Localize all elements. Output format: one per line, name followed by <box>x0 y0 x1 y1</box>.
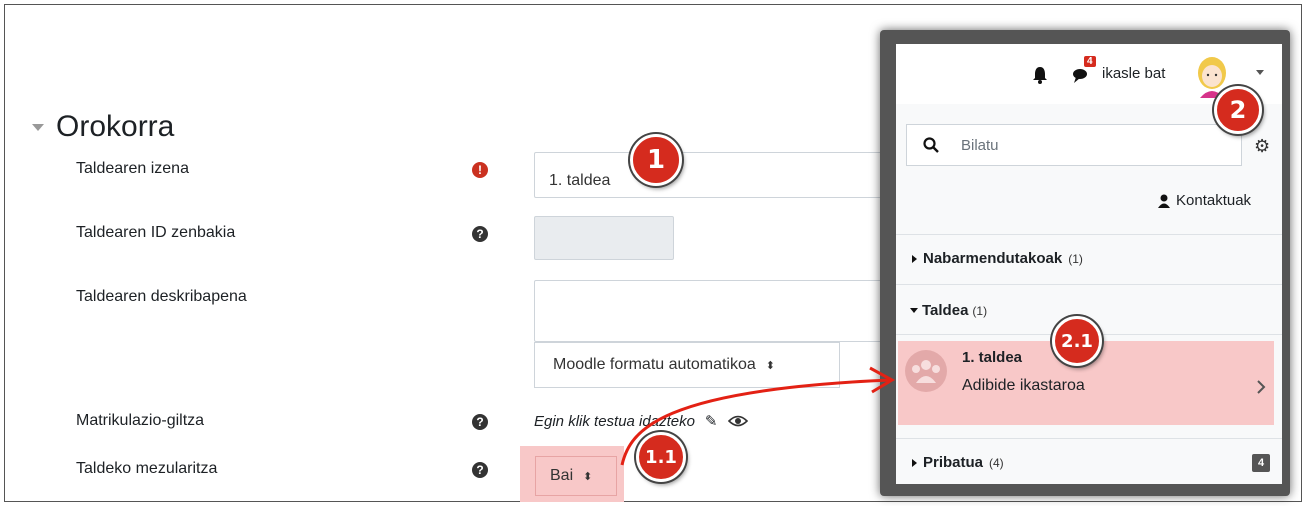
messages-icon[interactable] <box>1072 66 1092 84</box>
conversation-course: Adibide ikastaroa <box>962 377 1085 394</box>
section-header-orokorra[interactable]: Orokorra <box>32 110 174 144</box>
enrolment-key-label: Matrikulazio-giltza <box>76 412 205 429</box>
group-messaging-label: Taldeko mezularitza <box>76 460 218 477</box>
group-id-input[interactable] <box>534 216 674 260</box>
callout-1: 1 <box>630 134 682 186</box>
group-messaging-value: Bai <box>550 467 574 484</box>
description-editor[interactable] <box>534 280 884 342</box>
group-id-label: Taldearen ID zenbakia <box>76 224 236 241</box>
search-box[interactable]: Bilatu <box>906 124 1242 166</box>
user-icon <box>1158 194 1170 208</box>
gear-icon[interactable]: ⚙ <box>1254 136 1270 157</box>
divider <box>896 438 1282 439</box>
caret-right-icon <box>912 254 917 263</box>
group-description-label: Taldearen deskribapena <box>76 288 247 305</box>
help-icon[interactable]: ? <box>472 226 488 242</box>
caret-down-icon <box>910 308 918 313</box>
divider <box>896 284 1282 285</box>
section-private[interactable]: Pribatua (4) <box>912 454 1004 471</box>
help-icon[interactable]: ? <box>472 462 488 478</box>
private-count-badge: 4 <box>1252 454 1270 472</box>
annotation-arrow <box>620 366 896 466</box>
required-icon[interactable]: ! <box>472 162 488 178</box>
section-starred-title: Nabarmendutakoak <box>923 250 1063 267</box>
group-name-label: Taldearen izena <box>76 160 189 177</box>
section-private-count: (4) <box>989 455 1004 470</box>
search-input[interactable]: Bilatu <box>961 137 999 154</box>
section-starred[interactable]: Nabarmendutakoak (1) <box>912 250 1083 267</box>
section-title: Orokorra <box>56 110 175 143</box>
group-avatar-icon <box>905 350 947 392</box>
section-group-title: Taldea <box>922 302 969 319</box>
help-icon[interactable]: ? <box>472 414 488 430</box>
conversation-name: 1. taldea <box>962 349 1023 366</box>
section-group[interactable]: Taldea (1) <box>910 302 987 319</box>
divider <box>896 234 1282 235</box>
user-menu-caret-icon[interactable] <box>1256 70 1264 75</box>
chevron-right-icon <box>1257 380 1266 394</box>
section-group-count: (1) <box>972 303 988 318</box>
search-icon <box>923 137 939 153</box>
caret-right-icon <box>912 458 917 467</box>
contacts-link[interactable]: Kontaktuak <box>1158 192 1251 209</box>
message-count-badge: 4 <box>1084 56 1096 67</box>
select-arrows-icon: ⬍ <box>583 470 593 483</box>
callout-2: 2 <box>1214 86 1262 134</box>
contacts-label: Kontaktuak <box>1176 192 1252 209</box>
section-private-title: Pribatua <box>923 454 984 471</box>
bell-icon[interactable] <box>1032 66 1048 84</box>
user-name[interactable]: ikasle bat <box>1102 65 1165 82</box>
section-starred-count: (1) <box>1068 251 1083 266</box>
callout-2-1: 2.1 <box>1052 316 1102 366</box>
group-name-input[interactable]: 1. taldea <box>534 152 884 198</box>
collapse-caret-icon <box>32 123 44 131</box>
